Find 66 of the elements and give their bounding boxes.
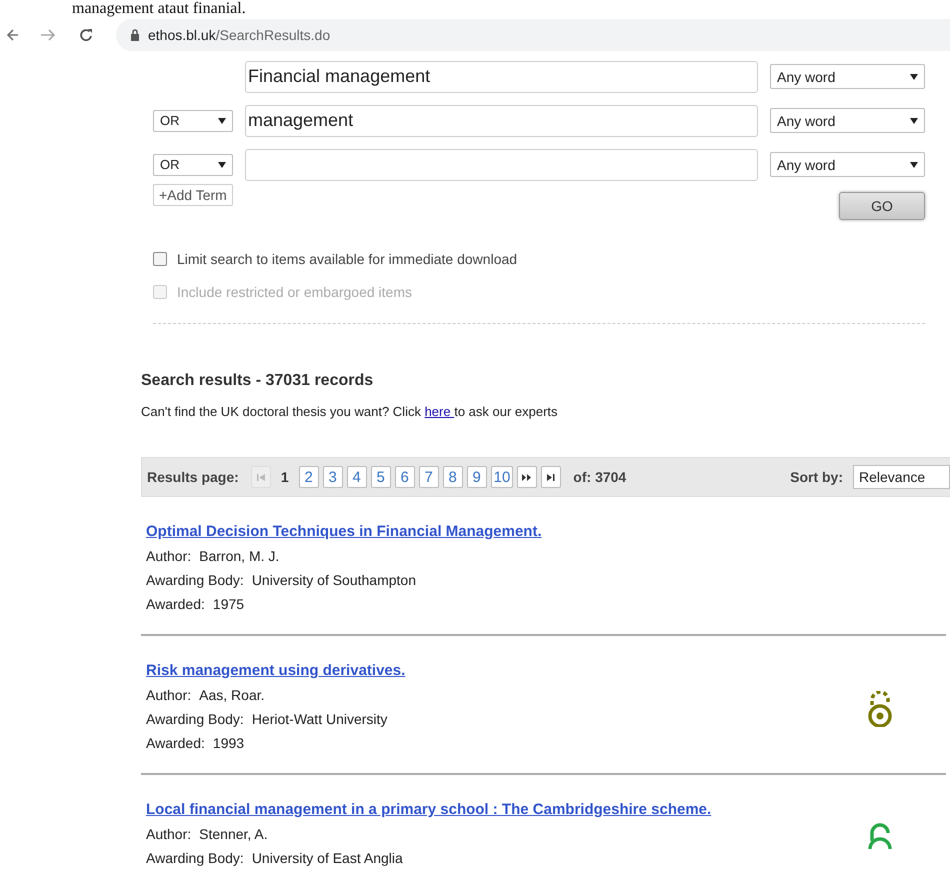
- reload-icon[interactable]: [78, 27, 94, 43]
- dropdown-arrow-icon: [910, 162, 918, 168]
- dropdown-arrow-icon: [910, 74, 918, 80]
- dropdown-arrow-icon: [910, 118, 918, 124]
- help-text: Can't find the UK doctoral thesis you want? Click here to ask our experts: [141, 404, 559, 419]
- page-button[interactable]: 1: [274, 469, 295, 485]
- option-label: Include restricted or embargoed items: [177, 284, 412, 300]
- here-link[interactable]: here: [424, 404, 454, 419]
- match-select[interactable]: Any word: [770, 64, 925, 89]
- field-value: Aas, Roar.: [199, 686, 265, 705]
- page-total: of: 3704: [573, 469, 626, 485]
- match-select[interactable]: Any word: [770, 108, 925, 133]
- match-select[interactable]: Any word: [770, 152, 925, 177]
- page-button[interactable]: 3: [322, 466, 343, 488]
- result-title-link[interactable]: Optimal Decision Techniques in Financial Management.: [146, 523, 542, 540]
- search-term-field[interactable]: [245, 148, 758, 180]
- page-button[interactable]: 7: [418, 466, 439, 488]
- result-title-link[interactable]: Risk management using derivatives.: [146, 662, 406, 679]
- field-label: Author:: [146, 825, 192, 844]
- back-icon[interactable]: [6, 27, 18, 43]
- first-page-icon: [256, 474, 265, 480]
- field-label: Awarding Body:: [146, 849, 244, 868]
- page-button[interactable]: 2: [298, 466, 319, 488]
- field-value: Stenner, A.: [199, 825, 268, 844]
- dropdown-arrow-icon: [218, 162, 226, 168]
- field-label: Author:: [146, 547, 192, 566]
- next-page-icon: [522, 474, 532, 480]
- checkbox[interactable]: [153, 252, 167, 266]
- field-value: Barron, M. J.: [199, 547, 280, 566]
- field-value: 1975: [212, 595, 244, 614]
- field-label: Awarding Body:: [146, 571, 244, 590]
- field-label: Author:: [146, 686, 192, 705]
- add-term-button[interactable]: +Add Term: [153, 184, 233, 206]
- field-label: Awarded:: [146, 595, 205, 614]
- page-button[interactable]: 5: [370, 466, 391, 488]
- search-term-field[interactable]: Financial management: [245, 60, 758, 92]
- dropdown-arrow-icon: [218, 118, 226, 124]
- document-text: management ataut finanial.: [71, 0, 247, 18]
- go-button[interactable]: GO: [839, 192, 925, 220]
- page-button[interactable]: 10: [490, 466, 514, 488]
- next-page-button[interactable]: [517, 466, 538, 488]
- page-button[interactable]: 8: [442, 466, 463, 488]
- page-button[interactable]: 4: [346, 466, 367, 488]
- lock-icon: [130, 29, 140, 41]
- field-value: University of Southampton: [252, 571, 416, 590]
- sort-select[interactable]: Relevance: [853, 465, 950, 489]
- pager-label: Results page:: [147, 469, 239, 485]
- field-value: 1993: [212, 734, 244, 753]
- field-label: Awarded:: [146, 734, 205, 753]
- last-page-icon: [547, 474, 556, 480]
- page-button[interactable]: 9: [466, 466, 487, 488]
- forward-icon[interactable]: [40, 27, 56, 43]
- last-page-button[interactable]: [541, 466, 562, 488]
- option-label: Limit search to items available for immediate download: [177, 250, 518, 266]
- operator-select[interactable]: OR: [153, 110, 233, 132]
- field-label: Awarding Body:: [146, 710, 244, 729]
- operator-select[interactable]: OR: [153, 154, 233, 176]
- sort-label: Sort by:: [790, 469, 843, 485]
- search-term-field[interactable]: management: [245, 104, 758, 136]
- url-text: ethos.bl.uk/SearchResults.do: [148, 27, 330, 43]
- page-button[interactable]: 6: [394, 466, 415, 488]
- result-title-link[interactable]: Local financial management in a primary school : The Cambridgeshire scheme.: [146, 801, 712, 818]
- field-value: Heriot-Watt University: [252, 710, 388, 729]
- field-value: University of East Anglia: [252, 849, 403, 868]
- results-heading: Search results - 37031 records: [141, 372, 374, 390]
- address-bar[interactable]: ethos.bl.uk/SearchResults.do: [116, 19, 950, 51]
